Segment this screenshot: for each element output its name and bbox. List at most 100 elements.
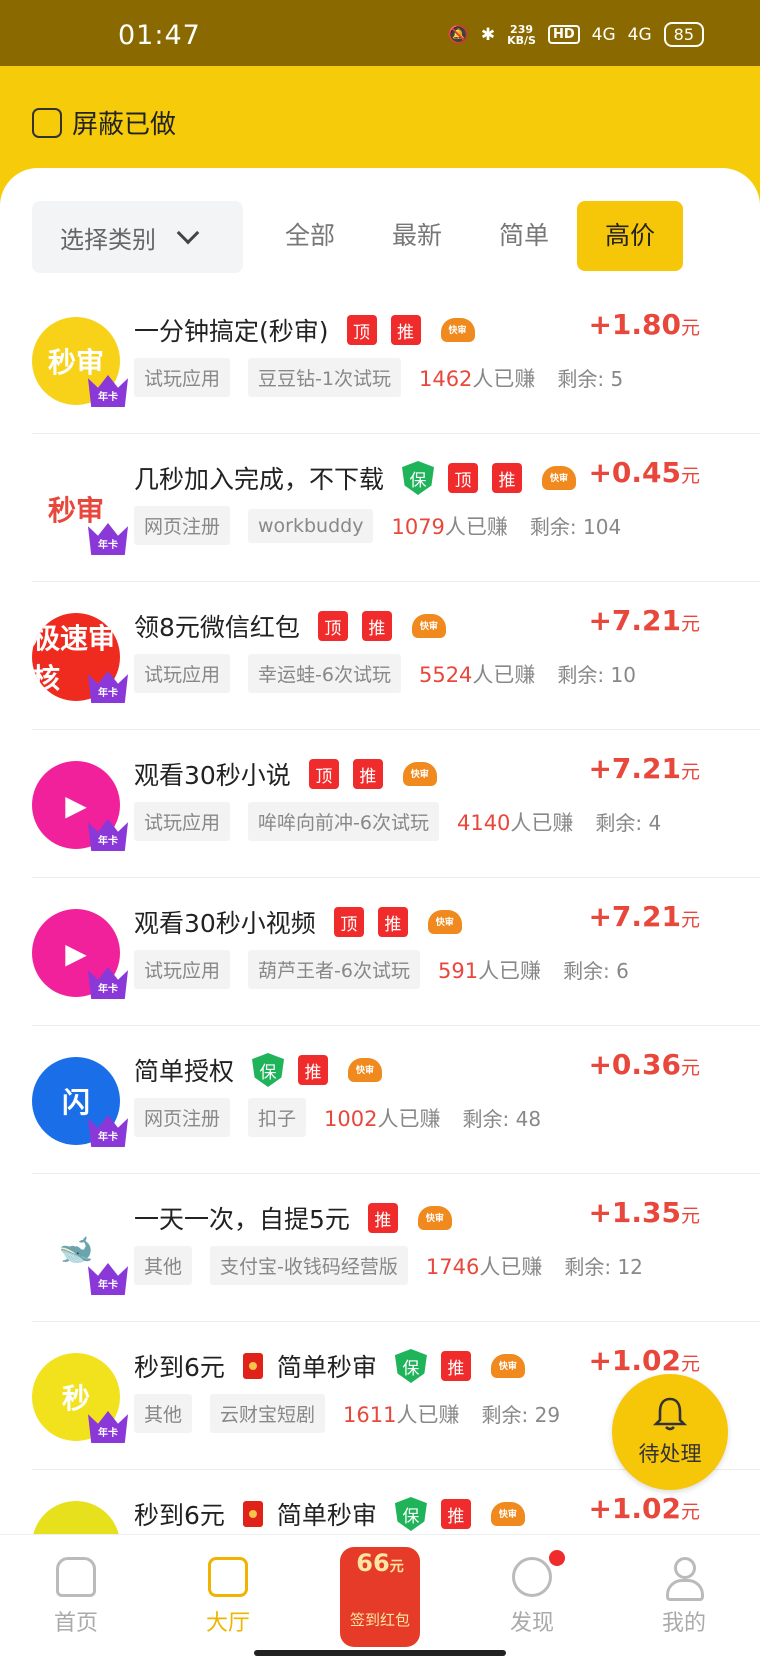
- fast-review-label: 快审: [435, 918, 454, 928]
- task-category-chip: 试玩应用: [134, 358, 231, 397]
- task-row[interactable]: 秒审 年卡 一分钟搞定(秒审) 顶推 快审 +1.80元 试玩应用 豆豆钻-1次试…: [32, 286, 760, 434]
- signin-amount-unit: 元: [389, 1559, 404, 1575]
- fast-review-icon: 快审: [440, 314, 475, 346]
- task-avatar: 🐋 年卡: [32, 1205, 128, 1295]
- task-title-row: 一分钟搞定(秒审) 顶推 快审: [134, 312, 475, 348]
- recommend-tag: 推: [361, 611, 392, 641]
- task-avatar-image: [32, 1501, 120, 1534]
- fast-review-icon: 快审: [411, 610, 446, 642]
- status-bar: 01:47 🔕 ✱ 239 KB/S HD 4G 4G 85: [0, 0, 760, 66]
- guarantee-badge-icon: 保: [252, 1053, 285, 1087]
- task-earned: 1746人已赚: [426, 1251, 542, 1281]
- nav-discover[interactable]: 发现: [482, 1547, 582, 1637]
- task-remaining: 剩余: 4: [595, 807, 661, 836]
- task-price-value: +0.36: [588, 1048, 681, 1081]
- task-row[interactable]: 极速审核 年卡 领8元微信红包 顶推 快审 +7.21元 试玩应用 幸运蛙-6次试…: [32, 582, 760, 730]
- task-remaining-prefix: 剩余:: [595, 811, 649, 835]
- pending-button[interactable]: 待处理: [612, 1374, 728, 1490]
- task-row[interactable]: ▶ 年卡 观看30秒小视频 顶推 快审 +7.21元 试玩应用 葫芦王者-6次试玩…: [32, 878, 760, 1026]
- task-title-row: 几秒加入完成，不下载 保顶推 快审: [134, 460, 577, 496]
- task-avatar-text: 秒: [61, 1382, 90, 1415]
- task-title-row: 观看30秒小说 顶推 快审: [134, 756, 437, 792]
- task-earned-count: 1462: [418, 366, 473, 391]
- annual-card-label: 年卡: [98, 1428, 118, 1439]
- recommend-tag: 推: [367, 1203, 398, 1233]
- task-remaining-prefix: 剩余:: [557, 663, 611, 687]
- user-icon: [664, 1557, 704, 1601]
- task-row[interactable]: 秒审 年卡 几秒加入完成，不下载 保顶推 快审 +0.45元 网页注册 workb…: [32, 434, 760, 582]
- hall-icon: [208, 1557, 248, 1597]
- nav-me[interactable]: 我的: [634, 1547, 734, 1637]
- fast-review-icon: 快审: [417, 1202, 452, 1234]
- speed-unit: KB/S: [507, 33, 536, 47]
- task-remaining-count: 4: [648, 811, 662, 835]
- nav-hall[interactable]: 大厅: [178, 1547, 278, 1637]
- task-price: +0.36元: [588, 1048, 700, 1081]
- shield-done-toggle[interactable]: 屏蔽已做: [32, 104, 176, 141]
- task-price-unit: 元: [680, 1501, 700, 1523]
- fast-review-icon: 快审: [402, 758, 437, 790]
- task-meta-row: 网页注册 workbuddy 1079人已赚 剩余: 104: [134, 506, 621, 545]
- task-meta-row: 其他 支付宝-收钱码经营版 1746人已赚 剩余: 12: [134, 1246, 643, 1285]
- tab-high-price[interactable]: 高价: [577, 201, 683, 271]
- task-earned: 1462人已赚: [419, 363, 535, 393]
- task-avatar: 秒 年卡: [32, 1353, 128, 1443]
- task-avatar: ▶ 年卡: [32, 909, 128, 999]
- nav-home-label: 首页: [53, 1611, 98, 1636]
- task-price: +1.02元: [588, 1344, 700, 1377]
- task-meta-row: 试玩应用 豆豆钻-1次试玩 1462人已赚 剩余: 5: [134, 358, 623, 397]
- task-title-row: 领8元微信红包 顶推 快审: [134, 608, 446, 644]
- task-sheet: 选择类别 全部 最新 简单 高价 秒审 年卡 一分钟搞定(秒审) 顶推快审 +1…: [0, 168, 760, 1534]
- task-title-row: 简单授权 保推 快审: [134, 1052, 383, 1088]
- fast-review-icon: 快审: [490, 1350, 525, 1382]
- task-title: 几秒加入完成，不下载: [134, 465, 385, 494]
- task-row[interactable]: ▶ 年卡 观看30秒小说 顶推 快审 +7.21元 试玩应用 哞哞向前冲-6次试玩…: [32, 730, 760, 878]
- task-remaining-prefix: 剩余:: [564, 1255, 618, 1279]
- tab-simple[interactable]: 简单: [484, 201, 564, 271]
- task-title: 秒到6元: [134, 1353, 225, 1382]
- task-remaining: 剩余: 6: [563, 955, 629, 984]
- red-envelope-icon: [242, 1353, 263, 1379]
- recommend-tag: 推: [440, 1351, 471, 1381]
- top-tag: 顶: [333, 907, 364, 937]
- task-remaining-prefix: 剩余:: [563, 959, 617, 983]
- task-earned-count: 1002: [324, 1106, 378, 1131]
- task-price-value: +7.21: [588, 900, 681, 933]
- nav-discover-label: 发现: [509, 1611, 554, 1636]
- tab-all[interactable]: 全部: [270, 201, 350, 271]
- home-icon: [56, 1557, 96, 1597]
- top-tag: 顶: [346, 315, 377, 345]
- task-earned-suffix: 人已赚: [377, 1106, 441, 1131]
- task-meta-row: 网页注册 扣子 1002人已赚 剩余: 48: [134, 1098, 541, 1137]
- task-remaining: 剩余: 12: [564, 1251, 643, 1280]
- annual-card-label: 年卡: [98, 836, 118, 847]
- task-remaining-count: 29: [534, 1403, 561, 1427]
- task-meta-row: 试玩应用 幸运蛙-6次试玩 5524人已赚 剩余: 10: [134, 654, 636, 693]
- task-source-chip: 葫芦王者-6次试玩: [248, 950, 420, 989]
- category-select[interactable]: 选择类别: [32, 201, 243, 273]
- nav-home[interactable]: 首页: [26, 1547, 126, 1637]
- task-avatar: 秒审 年卡: [32, 317, 128, 407]
- task-earned-suffix: 人已赚: [472, 366, 536, 391]
- task-meta-row: 试玩应用 哞哞向前冲-6次试玩 4140人已赚 剩余: 4: [134, 802, 661, 841]
- task-price-value: +1.80: [588, 308, 681, 341]
- shield-done-checkbox[interactable]: [32, 107, 62, 138]
- tab-newest[interactable]: 最新: [377, 201, 457, 271]
- recommend-tag: 推: [440, 1499, 471, 1529]
- task-earned-suffix: 人已赚: [396, 1402, 460, 1427]
- fast-review-label: 快审: [498, 1510, 517, 1520]
- signal-2-icon: 4G: [627, 24, 652, 45]
- task-title: 一分钟搞定(秒审): [134, 317, 329, 346]
- fast-review-label: 快审: [356, 1066, 375, 1076]
- task-price-value: +0.45: [588, 456, 681, 489]
- task-row[interactable]: 闪 年卡 简单授权 保推 快审 +0.36元 网页注册 扣子 1002人已赚 剩余…: [32, 1026, 760, 1174]
- nav-signin-red-envelope[interactable]: 66元 签到红包: [334, 1541, 426, 1649]
- task-earned-suffix: 人已赚: [510, 810, 574, 835]
- task-remaining: 剩余: 104: [530, 511, 621, 540]
- task-earned: 5524人已赚: [419, 659, 535, 689]
- task-avatar-text: ▶: [65, 788, 87, 822]
- task-row[interactable]: 🐋 年卡 一天一次，自提5元 推 快审 +1.35元 其他 支付宝-收钱码经营版 …: [32, 1174, 760, 1322]
- guarantee-badge-icon: 保: [394, 1497, 427, 1531]
- hd-icon: HD: [547, 25, 580, 44]
- task-remaining-count: 5: [610, 367, 624, 391]
